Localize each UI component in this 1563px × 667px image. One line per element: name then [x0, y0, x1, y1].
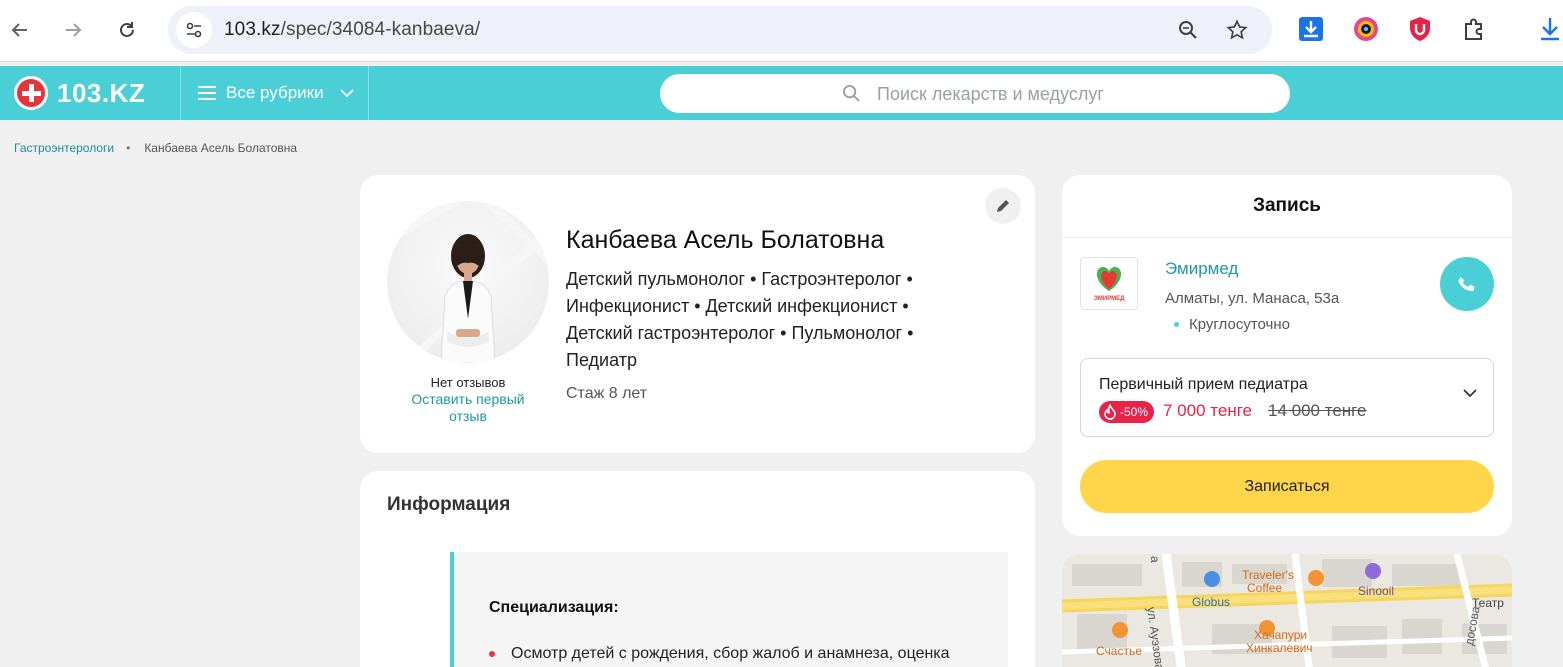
breadcrumb-separator: • [126, 141, 131, 155]
site-info-button[interactable] [176, 12, 212, 48]
map-label: Sinooil [1358, 584, 1395, 598]
doctor-photo [387, 201, 549, 363]
red-cross-icon [14, 76, 48, 110]
site-header: 103.KZ Все рубрики Поиск лекарств и меду… [0, 66, 1563, 120]
specialties-line: Инфекционист • Детский инфекционист • [566, 296, 909, 316]
information-card: Информация Специализация: Осмотр детей с… [360, 471, 1035, 667]
chevron-down-icon [1463, 389, 1477, 398]
price-new: 7 000 тенге [1163, 401, 1252, 420]
site-logo[interactable]: 103.KZ [14, 76, 145, 110]
specialties-line: Детский пульмонолог • Гастроэнтеролог • [566, 269, 913, 289]
search-input[interactable]: Поиск лекарств и медуслуг [660, 74, 1290, 113]
all-rubrics-menu[interactable]: Все рубрики [198, 66, 354, 120]
book-appointment-button[interactable]: Записаться [1080, 460, 1494, 513]
bookmark-star-icon[interactable] [1225, 18, 1249, 42]
clinic-hours: Круглосуточно [1174, 316, 1290, 333]
clinic-address: Алматы, ул. Манаса, 53а [1165, 290, 1340, 307]
discount-text: -50% [1120, 405, 1149, 419]
map-label: Globus [1192, 595, 1231, 609]
header-divider [368, 66, 369, 120]
url-text: 103.kz/spec/34084-kanbaeva/ [224, 19, 480, 41]
edit-button[interactable] [985, 188, 1021, 224]
specialization-block: Специализация: Осмотр детей с рождения, … [450, 552, 1008, 667]
status-dot-icon [1174, 322, 1179, 327]
reload-button[interactable] [110, 13, 144, 47]
no-reviews-text: Нет отзывов [430, 375, 506, 390]
search-placeholder: Поиск лекарств и медуслуг [877, 84, 1104, 104]
menu-icon [198, 86, 216, 100]
logo-text: 103.KZ [57, 77, 146, 108]
search-icon [842, 84, 860, 102]
address-bar[interactable]: 103.kz/spec/34084-kanbaeva/ [168, 6, 1272, 54]
specialization-item: Осмотр детей с рождения, сбор жалоб и ан… [511, 645, 950, 662]
breadcrumb-link-gastroenterologists[interactable]: Гастроэнтерологи [14, 141, 114, 155]
map-label: Хинкалевич [1246, 641, 1313, 655]
leave-first-review-link[interactable]: Оставить первый отзыв [402, 391, 534, 425]
first-review-line: Оставить первый [411, 391, 525, 407]
forward-button[interactable] [56, 13, 90, 47]
fire-icon [1104, 404, 1116, 420]
discount-badge: -50% [1099, 401, 1155, 423]
doctor-specialties: Детский пульмонолог • Гастроэнтеролог • … [566, 266, 986, 374]
clinic-hours-text: Круглосуточно [1189, 316, 1290, 333]
call-button[interactable] [1440, 257, 1494, 311]
puzzle-extensions-icon[interactable] [1460, 15, 1488, 43]
first-review-line: отзыв [449, 408, 487, 424]
service-select[interactable]: Первичный прием педиатра -50% 7 000 тенг… [1080, 358, 1494, 437]
chevron-down-icon [339, 89, 354, 98]
bullet-icon [489, 651, 495, 657]
map-label: Traveler's [1242, 568, 1294, 582]
doctor-profile-card: Нет отзывов Оставить первый отзыв Канбае… [360, 175, 1035, 453]
information-title: Информация [387, 494, 511, 515]
forward-arrow-icon [66, 23, 82, 37]
clinic-name-link[interactable]: Эмирмед [1165, 259, 1238, 279]
url-host: 103.kz [224, 19, 281, 40]
price-old: 14 000 тенге [1268, 401, 1367, 420]
booking-card: Запись ЭМИРМЕД Эмирмед Алматы, ул. Манас… [1062, 175, 1512, 536]
clinic-logo[interactable]: ЭМИРМЕД [1080, 257, 1138, 310]
specialties-line: Детский гастроэнтеролог • Пульмонолог • [566, 323, 914, 343]
booking-title: Запись [1062, 175, 1512, 238]
url-path: /spec/34084-kanbaeva/ [280, 19, 481, 40]
doctor-avatar [387, 201, 549, 363]
tune-icon [186, 22, 202, 38]
pencil-icon [997, 200, 1009, 212]
clinic-heart-logo: ЭМИРМЕД [1094, 266, 1126, 302]
doctor-name: Канбаева Асель Болатовна [566, 226, 885, 254]
specialization-heading: Специализация: [489, 599, 619, 616]
reload-icon [120, 22, 134, 37]
header-divider [180, 66, 181, 120]
clinic-logo-text: ЭМИРМЕД [1094, 296, 1126, 302]
downloads-icon[interactable] [1536, 15, 1563, 43]
phone-icon [1458, 276, 1475, 292]
rubrics-label: Все рубрики [226, 83, 324, 102]
map-label: Хачапури [1254, 628, 1308, 642]
service-name: Первичный прием педиатра [1099, 376, 1308, 393]
map-label: Coffee [1247, 581, 1283, 595]
breadcrumb-current: Канбаева Асель Болатовна [144, 141, 298, 155]
specialties-line: Педиатр [566, 350, 637, 370]
download-extension-icon[interactable] [1297, 15, 1325, 43]
back-button[interactable] [3, 13, 37, 47]
map-label: Счастье [1096, 644, 1142, 658]
shield-extension-icon[interactable] [1406, 15, 1434, 43]
breadcrumb: Гастроэнтерологи • Канбаева Асель Болато… [14, 141, 297, 155]
map-label: а [1148, 556, 1162, 563]
browser-toolbar: 103.kz/spec/34084-kanbaeva/ [0, 0, 1563, 62]
back-arrow-icon [11, 23, 27, 37]
camera-extension-icon[interactable] [1352, 15, 1380, 43]
experience-text: Стаж 8 лет [566, 385, 648, 402]
clinic-map[interactable]: Traveler's Coffee Globus Sinooil Театр у… [1062, 554, 1512, 667]
zoom-icon[interactable] [1176, 18, 1200, 42]
